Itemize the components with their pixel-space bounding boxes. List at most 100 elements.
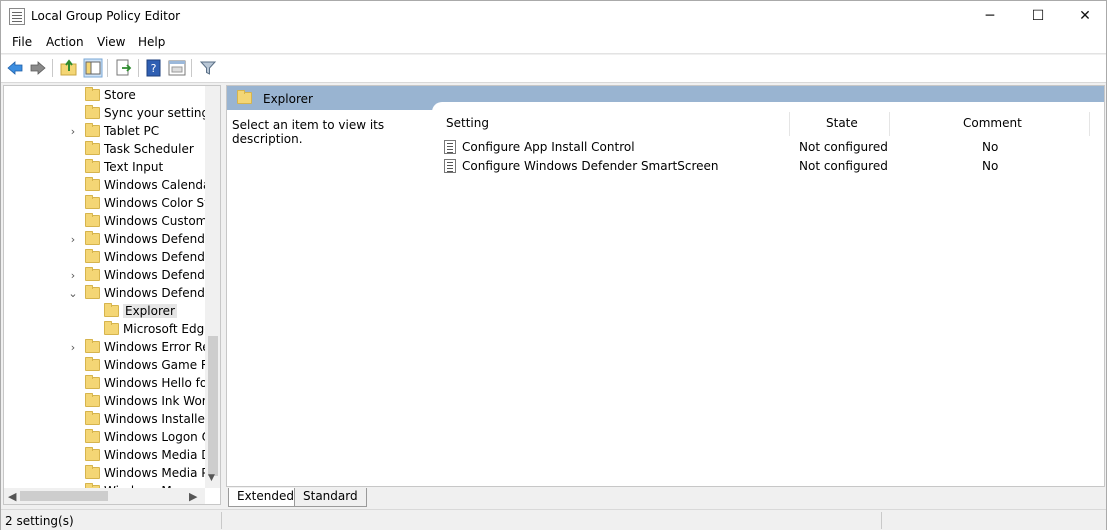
column-separator[interactable] bbox=[1089, 112, 1090, 136]
tree-item-label: Windows Hello for bbox=[104, 376, 213, 390]
chevron-right-icon bbox=[67, 376, 79, 392]
menu-file[interactable]: File bbox=[12, 35, 32, 49]
show-hide-tree-icon[interactable] bbox=[83, 58, 103, 78]
tree-item[interactable]: Windows Hello for bbox=[4, 375, 212, 393]
tree-item-label: Windows Defender bbox=[104, 232, 218, 246]
tree-item[interactable]: Windows Game Re bbox=[4, 357, 216, 375]
app-window: Local Group Policy Editor ─ ☐ ✕ File Act… bbox=[0, 0, 1107, 530]
setting-comment: No bbox=[982, 159, 999, 173]
tree-item-label: Windows Ink Work bbox=[104, 394, 214, 408]
setting-comment: No bbox=[982, 140, 999, 154]
folder-icon bbox=[85, 231, 100, 245]
description-text: Select an item to view its description. bbox=[232, 118, 385, 146]
tree-item[interactable]: ⌄ Windows Defender bbox=[4, 285, 217, 303]
tab-standard[interactable]: Standard bbox=[294, 488, 367, 507]
column-separator[interactable] bbox=[889, 112, 890, 136]
up-folder-icon[interactable] bbox=[59, 58, 79, 78]
scroll-right-icon[interactable]: ▶ bbox=[189, 490, 197, 503]
tree-item-label: Store bbox=[104, 88, 136, 102]
export-list-icon[interactable] bbox=[114, 58, 134, 78]
horizontal-scrollbar[interactable]: ◀ ▶ bbox=[4, 488, 205, 504]
chevron-right-icon bbox=[67, 466, 79, 482]
toolbar: ? bbox=[1, 55, 1106, 83]
column-header-comment[interactable]: Comment bbox=[963, 116, 1022, 130]
tree-item-label: Microsoft Edge bbox=[123, 322, 212, 336]
menu-bar: File Action View Help bbox=[1, 32, 1106, 54]
table-row[interactable]: Configure Windows Defender SmartScreen N… bbox=[432, 157, 1104, 176]
close-button[interactable]: ✕ bbox=[1062, 1, 1107, 32]
tree-item-label: Windows Defender bbox=[104, 286, 218, 300]
chevron-right-icon[interactable]: › bbox=[67, 232, 79, 248]
vertical-scrollbar[interactable]: ▼ bbox=[205, 86, 220, 488]
tree-item[interactable]: Explorer bbox=[4, 303, 204, 321]
menu-action[interactable]: Action bbox=[46, 35, 84, 49]
title-bar[interactable]: Local Group Policy Editor ─ ☐ ✕ bbox=[1, 1, 1106, 32]
tree-item[interactable]: Text Input bbox=[4, 159, 204, 177]
tree-item[interactable]: Windows Installer bbox=[4, 411, 210, 429]
status-separator bbox=[221, 512, 222, 529]
minimize-button[interactable]: ─ bbox=[967, 1, 1013, 32]
column-separator[interactable] bbox=[789, 112, 790, 136]
status-text: 2 setting(s) bbox=[5, 514, 74, 528]
chevron-right-icon bbox=[67, 358, 79, 374]
folder-icon bbox=[85, 141, 100, 155]
tree-item[interactable]: Windows Logon O bbox=[4, 429, 211, 447]
back-icon[interactable] bbox=[5, 58, 25, 78]
help-icon[interactable]: ? bbox=[144, 58, 164, 78]
table-row[interactable]: Configure App Install Control Not config… bbox=[432, 138, 1104, 157]
chevron-right-icon bbox=[67, 106, 79, 122]
tab-extended[interactable]: Extended bbox=[228, 488, 303, 507]
column-header-setting[interactable]: Setting bbox=[446, 116, 489, 130]
tree-item[interactable]: › Windows Error Rep bbox=[4, 339, 217, 357]
chevron-right-icon bbox=[67, 142, 79, 158]
tree-item[interactable]: Sync your settings bbox=[4, 105, 215, 123]
tree-item[interactable]: Task Scheduler bbox=[4, 141, 204, 159]
folder-icon bbox=[85, 285, 100, 299]
tree-item[interactable]: Windows Ink Work bbox=[4, 393, 214, 411]
tree-item[interactable]: Windows Custome bbox=[4, 213, 215, 231]
menu-help[interactable]: Help bbox=[138, 35, 165, 49]
chevron-right-icon[interactable]: › bbox=[67, 340, 79, 356]
setting-state: Not configured bbox=[799, 159, 888, 173]
folder-icon bbox=[85, 195, 100, 209]
tree-item[interactable]: Windows Defender bbox=[4, 249, 217, 267]
filter-icon[interactable] bbox=[198, 58, 218, 78]
chevron-down-icon[interactable]: ⌄ bbox=[67, 286, 79, 302]
folder-icon bbox=[85, 447, 100, 461]
menu-view[interactable]: View bbox=[97, 35, 125, 49]
details-pane: Explorer Select an item to view its desc… bbox=[226, 85, 1105, 487]
maximize-button[interactable]: ☐ bbox=[1015, 1, 1061, 32]
tree-item[interactable]: › Tablet PC bbox=[4, 123, 204, 141]
scrollbar-thumb[interactable] bbox=[208, 336, 218, 476]
status-separator bbox=[881, 512, 882, 529]
chevron-right-icon[interactable]: › bbox=[67, 124, 79, 140]
scrollbar-thumb[interactable] bbox=[20, 491, 108, 501]
tree-item-label: Tablet PC bbox=[104, 124, 160, 138]
chevron-right-icon bbox=[67, 430, 79, 446]
tree-item[interactable]: Windows Calendar bbox=[4, 177, 215, 195]
tree-item[interactable]: › Windows Defender bbox=[4, 267, 217, 285]
chevron-right-icon[interactable]: › bbox=[67, 268, 79, 284]
chevron-right-icon bbox=[67, 412, 79, 428]
toolbar-separator bbox=[107, 59, 108, 77]
folder-icon bbox=[85, 249, 100, 263]
tree-pane[interactable]: Store Sync your settings › Tablet PC Task Sc… bbox=[3, 85, 221, 505]
tree-item[interactable]: Store bbox=[4, 87, 204, 105]
properties-icon[interactable] bbox=[167, 58, 187, 78]
folder-icon bbox=[85, 159, 100, 173]
chevron-right-icon bbox=[86, 322, 98, 338]
forward-icon[interactable] bbox=[28, 58, 48, 78]
tree-item[interactable]: Windows Media Pl bbox=[4, 465, 212, 483]
tree-item[interactable]: Microsoft Edge bbox=[4, 321, 212, 339]
tree-item[interactable]: Windows Color Sys bbox=[4, 195, 218, 213]
scroll-down-icon[interactable]: ▼ bbox=[208, 473, 215, 483]
folder-icon bbox=[85, 339, 100, 353]
toolbar-separator bbox=[52, 59, 53, 77]
tree-item[interactable]: Windows Media Di bbox=[4, 447, 214, 465]
tree-item[interactable]: › Windows Defender bbox=[4, 231, 217, 249]
folder-icon bbox=[85, 375, 100, 389]
folder-icon bbox=[85, 123, 100, 137]
column-header-state[interactable]: State bbox=[826, 116, 858, 130]
tree-item-label: Windows Logon O bbox=[104, 430, 212, 444]
scroll-left-icon[interactable]: ◀ bbox=[8, 490, 16, 503]
